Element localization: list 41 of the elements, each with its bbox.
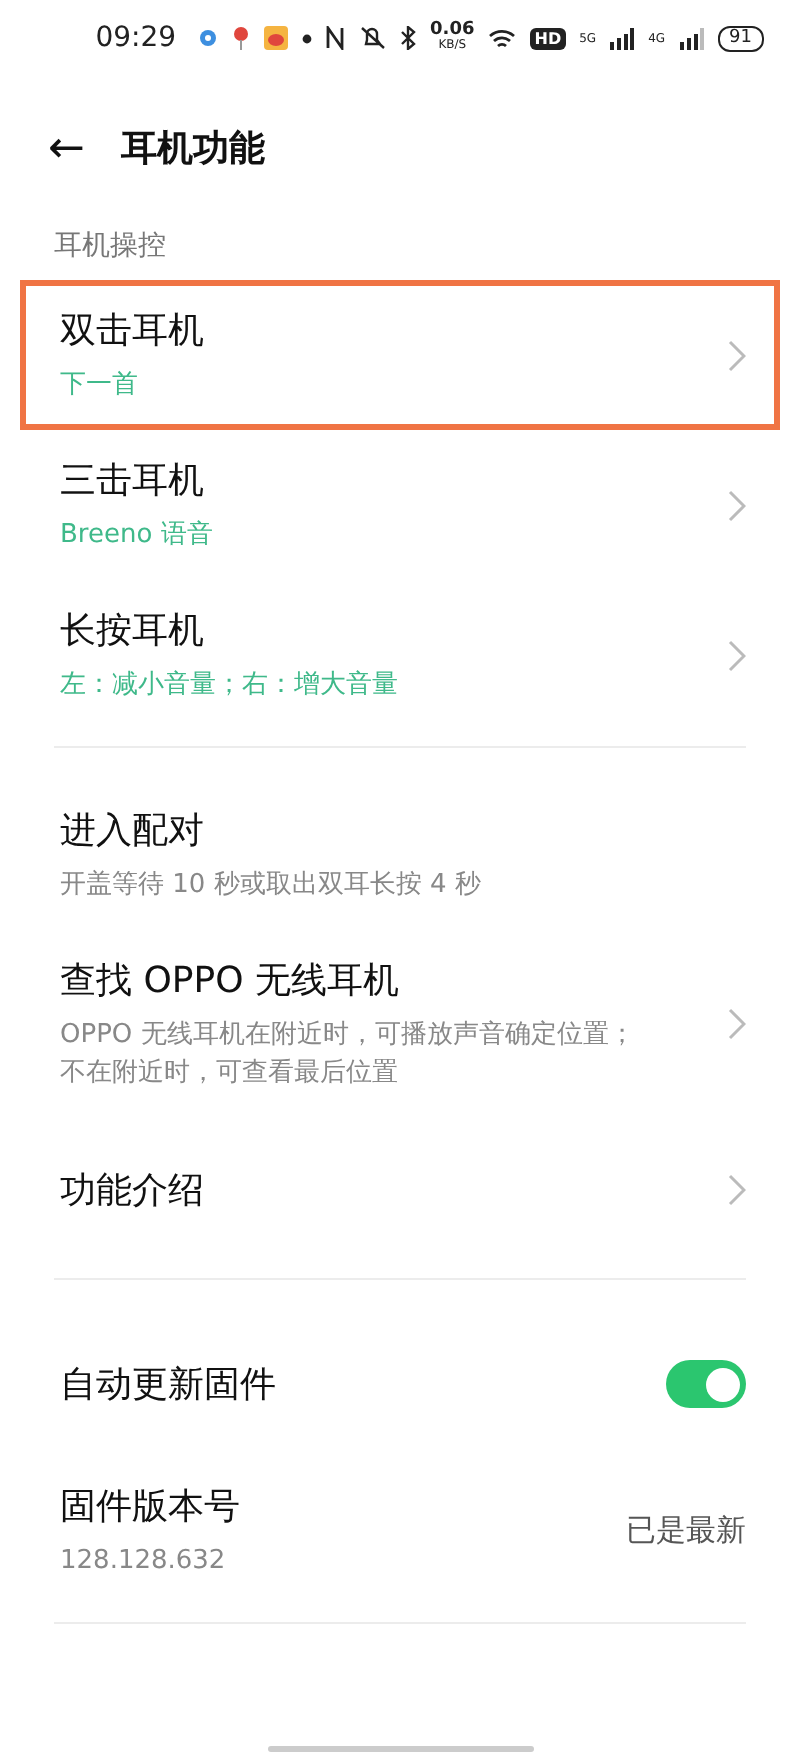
- setting-subtitle: Breeno 语音: [60, 518, 215, 554]
- setting-row[interactable]: 三击耳机 Breeno 语音: [20, 430, 780, 580]
- page-title: 耳机功能: [120, 126, 265, 172]
- signal-icon: [679, 27, 704, 49]
- section-label: 耳机操控: [52, 228, 168, 264]
- setting-row[interactable]: 自动更新固件: [20, 1312, 780, 1456]
- setting-title: 功能介绍: [60, 1168, 206, 1214]
- eye-app-icon: [264, 26, 289, 50]
- setting-subtitle: 左：减小音量；右：增大音量: [60, 668, 400, 704]
- toggle-switch[interactable]: [666, 1360, 746, 1408]
- setting-subtitle: 下一首: [60, 368, 140, 404]
- setting-title: 三击耳机: [60, 458, 206, 504]
- setting-title: 查找 OPPO 无线耳机: [60, 958, 401, 1004]
- setting-row[interactable]: 查找 OPPO 无线耳机 OPPO 无线耳机在附近时，可播放声音确定位置；不在附近时，可查看最后位置: [20, 930, 780, 1118]
- setting-row[interactable]: 固件版本号 128.128.632 已是最新: [20, 1456, 780, 1606]
- bluetooth-icon: [400, 26, 417, 50]
- setting-subtitle: 128.128.632: [60, 1544, 228, 1580]
- setting-title: 双击耳机: [60, 308, 206, 354]
- setting-title: 长按耳机: [60, 608, 206, 654]
- setting-subtitle: 开盖等待 10 秒或取出双耳长按 4 秒: [60, 868, 483, 904]
- setting-title: 自动更新固件: [60, 1362, 278, 1408]
- signal-icon: [610, 27, 635, 49]
- setting-row[interactable]: 进入配对 开盖等待 10 秒或取出双耳长按 4 秒: [20, 780, 780, 930]
- setting-row[interactable]: 功能介绍: [20, 1118, 780, 1262]
- speed-value: 0.06: [430, 22, 475, 38]
- setting-title: 进入配对: [60, 808, 206, 854]
- wifi-icon: [488, 27, 517, 49]
- setting-value: 已是最新: [626, 1512, 746, 1550]
- dot-icon: [302, 33, 313, 43]
- setting-title: 固件版本号: [60, 1484, 242, 1530]
- setting-row[interactable]: 长按耳机 左：减小音量；右：增大音量: [20, 580, 780, 730]
- hd-badge: HD: [530, 27, 566, 49]
- highlighted-setting-row[interactable]: 双击耳机 下一首: [20, 280, 780, 430]
- battery-level: 91: [717, 25, 764, 51]
- bell-muted-icon: [358, 26, 387, 50]
- back-button[interactable]: ←: [48, 123, 85, 173]
- circle-app-icon: [198, 28, 219, 48]
- setting-subtitle: OPPO 无线耳机在附近时，可播放声音确定位置；不在附近时，可查看最后位置: [60, 1018, 637, 1092]
- nfc-icon: [326, 26, 345, 50]
- pin-icon: [232, 26, 251, 50]
- clock-time: 09:29: [95, 22, 177, 54]
